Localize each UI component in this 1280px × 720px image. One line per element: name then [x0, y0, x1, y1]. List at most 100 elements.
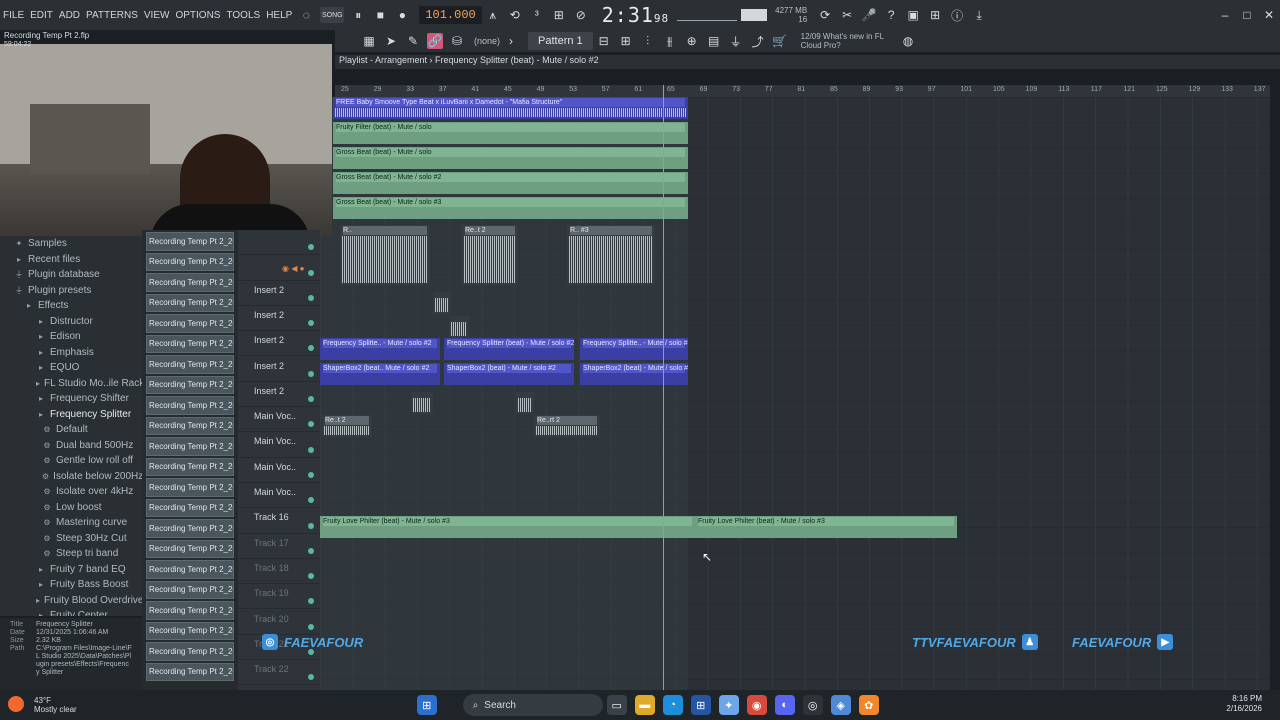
track-enable-dot[interactable]	[308, 674, 314, 681]
menu-add[interactable]: ADD	[56, 10, 83, 21]
song-mode-toggle[interactable]: SONG	[320, 7, 345, 23]
browser-item[interactable]: ⚙ Default	[0, 422, 142, 438]
tempo-tapper-icon[interactable]: ⤴	[750, 33, 766, 49]
stop-button[interactable]: ■	[372, 7, 388, 23]
search-box[interactable]: ⌕ Search	[462, 694, 603, 716]
track-enable-dot[interactable]	[308, 497, 314, 504]
browser-item[interactable]: ⏚ Plugin presets	[0, 283, 142, 299]
automation-clip[interactable]: Frequency Splitte.. - Mute / solo #2	[580, 338, 688, 360]
track-enable-dot[interactable]	[308, 598, 314, 605]
piano-roll-icon[interactable]: ⊟	[596, 33, 612, 49]
menu-view[interactable]: VIEW	[141, 10, 173, 21]
browser-item[interactable]: ⏚ Plugin database	[0, 267, 142, 283]
audio-clip-item[interactable]: Recording Temp Pt 2_202...	[146, 416, 234, 435]
track-header[interactable]: Main Voc..	[238, 458, 320, 483]
track-header[interactable]: Track 17	[238, 534, 320, 559]
browser-item[interactable]: ⚙ Mastering curve	[0, 515, 142, 531]
track-enable-dot[interactable]	[308, 573, 314, 580]
automation-clip[interactable]: FREE Baby Smoove Type Beat x iLuvBani x …	[333, 97, 688, 119]
menu-edit[interactable]: EDIT	[27, 10, 56, 21]
audio-clip-item[interactable]: Recording Temp Pt 2_202...	[146, 252, 234, 271]
automation-clip[interactable]: Gross Beat (beat) - Mute / solo #3	[333, 197, 688, 219]
recording-loop-icon[interactable]: ◌	[298, 7, 314, 23]
playhead[interactable]	[663, 85, 664, 690]
cart-icon[interactable]: 🛒	[772, 33, 788, 49]
audio-clip[interactable]: R..	[340, 225, 430, 285]
track-header[interactable]: Track 19	[238, 584, 320, 610]
automation-clip[interactable]: Fruity Love Philter (beat) - Mute / solo…	[320, 516, 695, 538]
audio-clip[interactable]	[449, 316, 469, 338]
playlist-icon[interactable]: ▦	[361, 33, 377, 49]
microphone-icon[interactable]: 🎤	[861, 7, 877, 23]
audio-clip[interactable]	[433, 292, 451, 314]
track-header[interactable]: Insert 2	[238, 306, 320, 332]
store-icon[interactable]: ⊞	[690, 695, 711, 715]
refresh-icon[interactable]: ⟳	[817, 7, 833, 23]
audio-clip-item[interactable]: Recording Temp Pt 2_202...	[146, 314, 234, 333]
browser-item[interactable]: ⚙ Gentle low roll off	[0, 453, 142, 469]
browser-item[interactable]: ▸ Edison	[0, 329, 142, 345]
step-edit-icon[interactable]: ⊞	[551, 7, 567, 23]
track-header[interactable]: Track 18	[238, 559, 320, 585]
automation-clip[interactable]: ShaperBox2 (beat) - Mute / solo #2	[444, 363, 574, 385]
blend-notes-icon[interactable]: ⊘	[573, 7, 589, 23]
browser-item[interactable]: ⚙ Isolate below 200Hz	[0, 469, 142, 485]
pattern-selector[interactable]: Pattern 1	[528, 32, 593, 50]
audio-clip-item[interactable]: Recording Temp Pt 2_202...	[146, 293, 234, 312]
minimize-icon[interactable]: –	[1217, 7, 1233, 23]
audio-clip[interactable]: Re..t 2	[462, 225, 518, 285]
menu-help[interactable]: HELP	[263, 10, 295, 21]
browser-item[interactable]: ⚙ Steep 30Hz Cut	[0, 531, 142, 547]
audio-clip-item[interactable]: Recording Temp Pt 2_202...	[146, 396, 234, 415]
file-explorer-icon[interactable]: ▬	[634, 695, 655, 715]
stamp-icon[interactable]: ⛁	[449, 33, 465, 49]
pause-button[interactable]: ⏸	[350, 7, 366, 23]
track-header[interactable]: Insert 2	[238, 281, 320, 306]
link-icon[interactable]: 🔗	[427, 33, 443, 49]
help-icon[interactable]: ?	[883, 7, 899, 23]
globe-icon[interactable]: ◍	[900, 33, 916, 49]
timeline-ruler[interactable]: 25 29 33 37 41 45 49 53 57 61 65 69 73 77 81 85 89 93 97 10…	[335, 85, 1270, 97]
wait-icon[interactable]: ⟲	[507, 7, 523, 23]
track-enable-dot[interactable]	[308, 320, 314, 327]
obs-icon[interactable]: ◎	[802, 695, 823, 715]
audio-clip[interactable]	[516, 392, 534, 414]
menu-tools[interactable]: TOOLS	[223, 10, 263, 21]
save-icon[interactable]: ▣	[905, 7, 921, 23]
browser-item[interactable]: ▸ Distructor	[0, 314, 142, 330]
audio-clip-item[interactable]: Recording Temp Pt 2_202...	[146, 560, 234, 579]
channel-rack-icon[interactable]: ⊞	[618, 33, 634, 49]
automation-clip[interactable]: Frequency Splitter (beat) - Mute / solo …	[444, 338, 574, 360]
audio-clip-item[interactable]: Recording Temp Pt 2_202...	[146, 232, 234, 251]
menu-file[interactable]: FILE	[0, 10, 27, 21]
tools-icon[interactable]: ✂	[839, 7, 855, 23]
automation-clip[interactable]: Frequency Splitte.. - Mute / solo #2	[320, 338, 440, 360]
track-enable-dot[interactable]	[308, 370, 314, 377]
info-icon[interactable]: ⓘ	[949, 7, 965, 23]
audio-clip-item[interactable]: Recording Temp Pt 2_202...	[146, 621, 234, 640]
browser-item[interactable]: ▸ Fruity Bass Boost	[0, 577, 142, 593]
track-enable-dot[interactable]	[308, 623, 314, 630]
browser-item[interactable]: ▸ Fruity Center	[0, 608, 142, 616]
track-enable-dot[interactable]	[308, 421, 314, 428]
track-enable-dot[interactable]	[308, 471, 314, 478]
browser-item[interactable]: ▸ Emphasis	[0, 345, 142, 361]
track-header[interactable]: Track 16	[238, 508, 320, 534]
track-header[interactable]: Main Voc..	[238, 407, 320, 433]
plugin-picker-icon[interactable]: ⊕	[684, 33, 700, 49]
browser-item[interactable]: ▸ Recent files	[0, 252, 142, 268]
audio-clip-item[interactable]: Recording Temp Pt 2_202...	[146, 498, 234, 517]
audio-clip-item[interactable]: Recording Temp Pt 2_202...	[146, 334, 234, 353]
discord-icon[interactable]: ◐	[774, 695, 795, 715]
audio-clip-item[interactable]: Recording Temp Pt 2_202...	[146, 457, 234, 476]
audio-clip-item[interactable]: Recording Temp Pt 2_202...	[146, 478, 234, 497]
audio-clip-item[interactable]: Recording Temp Pt 2_202...	[146, 519, 234, 538]
chevron-right-icon[interactable]: ›	[503, 33, 519, 49]
track-header[interactable]: Insert 2	[238, 357, 320, 382]
browser-item[interactable]: ▸ EQUO	[0, 360, 142, 376]
fader-icon[interactable]: ⫵	[662, 33, 678, 49]
browser-item[interactable]: ✦ Samples	[0, 236, 142, 252]
track-header[interactable]: Main Voc..	[238, 483, 320, 509]
track-header[interactable]: Track 20	[238, 610, 320, 635]
audio-clip-item[interactable]: Recording Temp Pt 2_202...	[146, 273, 234, 292]
